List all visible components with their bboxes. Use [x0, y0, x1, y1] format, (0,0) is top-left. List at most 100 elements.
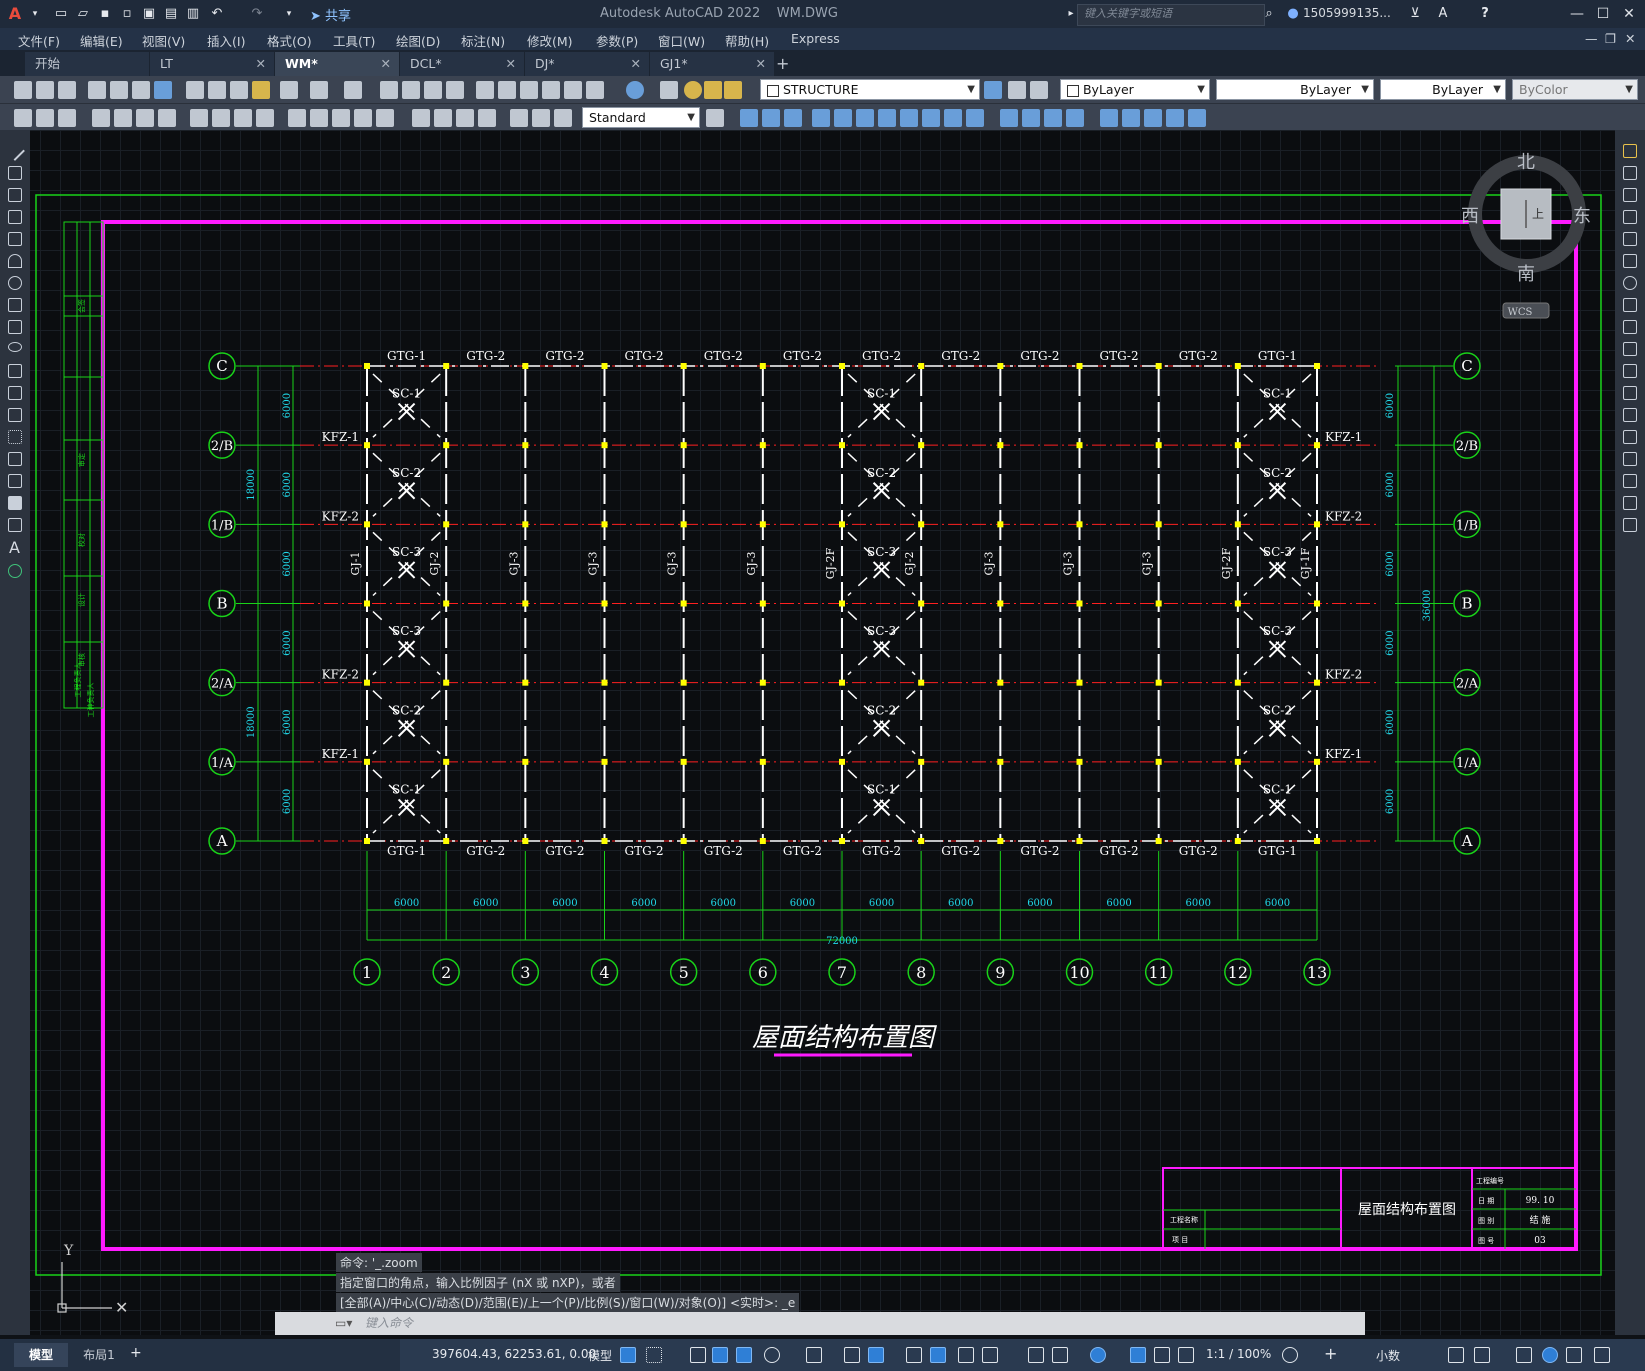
join-icon[interactable]: [1623, 430, 1637, 444]
mirror-icon[interactable]: [1623, 188, 1637, 202]
erase-icon[interactable]: [1623, 144, 1637, 158]
copy-object-icon[interactable]: [1623, 166, 1637, 180]
frame-label: GJ-2F: [824, 547, 837, 579]
brace-diagonal: [847, 610, 916, 676]
dynamic-ucs-icon[interactable]: [1028, 1347, 1044, 1363]
add-selected-icon[interactable]: [8, 564, 22, 578]
insert-block-icon[interactable]: [8, 386, 22, 400]
column-grid-label: 5: [679, 963, 689, 982]
grid-icon[interactable]: [620, 1347, 636, 1363]
auto-scale-icon[interactable]: [1154, 1347, 1170, 1363]
ellipse-icon[interactable]: [8, 342, 22, 352]
array-icon[interactable]: [1623, 232, 1637, 246]
isometric-drafting-icon[interactable]: [844, 1347, 860, 1363]
blend-curves-icon[interactable]: [1623, 496, 1637, 510]
make-block-icon[interactable]: [8, 408, 22, 422]
model-tab[interactable]: 模型: [14, 1343, 68, 1367]
brace-label: SC-1: [1263, 782, 1292, 796]
command-input[interactable]: ▭▾ 键入命令: [275, 1312, 1365, 1335]
break-icon[interactable]: [1623, 408, 1637, 422]
polyline-icon[interactable]: [8, 188, 22, 202]
isolate-objects-icon[interactable]: [1516, 1347, 1532, 1363]
brace-label: SC-1: [867, 387, 896, 401]
column-grid-label: 1: [362, 963, 372, 982]
workspace-gear-icon[interactable]: [1282, 1347, 1298, 1363]
column-marker: [918, 442, 925, 449]
signature-label: 会签: [77, 299, 86, 313]
command-placeholder: 键入命令: [365, 1316, 414, 1330]
column-marker: [1234, 521, 1241, 528]
quick-properties-icon[interactable]: [1448, 1347, 1464, 1363]
dimension-text: 6000: [473, 898, 498, 909]
column-marker: [364, 521, 370, 528]
gizmo-icon[interactable]: [1090, 1347, 1106, 1363]
title-block-grid: [1163, 1188, 1576, 1249]
stretch-icon[interactable]: [1623, 320, 1637, 334]
customization-icon[interactable]: [1594, 1347, 1610, 1363]
explode-icon[interactable]: [1623, 518, 1637, 532]
region-icon[interactable]: [8, 496, 22, 510]
arc-icon[interactable]: [8, 254, 22, 268]
point-icon[interactable]: [8, 430, 22, 444]
coordinates[interactable]: 397604.43, 62253.61, 0.00: [432, 1347, 596, 1361]
viewcube[interactable]: 上 北 南 西 东 WCS: [1461, 152, 1591, 319]
object-snap-icon[interactable]: [868, 1347, 884, 1363]
column-marker: [680, 521, 687, 528]
ellipse-arc-icon[interactable]: [8, 364, 22, 378]
column-marker: [443, 679, 450, 686]
ortho-icon[interactable]: [736, 1347, 752, 1363]
3d-osnap-icon[interactable]: [982, 1347, 998, 1363]
scale-icon[interactable]: [1623, 298, 1637, 312]
column-marker: [997, 442, 1004, 449]
model-space-button[interactable]: 模型: [588, 1347, 612, 1364]
draw-toolbar: A: [0, 130, 30, 1335]
hatch-icon[interactable]: [8, 452, 22, 466]
column-marker: [997, 758, 1004, 765]
circle-icon[interactable]: [8, 276, 22, 290]
infer-constraints-icon[interactable]: [690, 1347, 706, 1363]
rotate-icon[interactable]: [1623, 276, 1637, 290]
clean-screen-icon[interactable]: [1566, 1347, 1582, 1363]
brace-diagonal: [1243, 373, 1312, 438]
layout-tab[interactable]: 布局1: [70, 1343, 128, 1367]
annotation-visibility-icon[interactable]: [1130, 1347, 1146, 1363]
extend-icon[interactable]: [1623, 364, 1637, 378]
annotation-scale-value[interactable]: 1:1 / 100%: [1206, 1347, 1271, 1361]
annotation-monitor-icon[interactable]: +: [1324, 1344, 1337, 1363]
move-icon[interactable]: [1623, 254, 1637, 268]
selection-filter-icon[interactable]: [1052, 1347, 1068, 1363]
construction-line-icon[interactable]: [8, 166, 22, 180]
transparency-icon[interactable]: [930, 1347, 946, 1363]
command-recent-icon[interactable]: ▭▾: [335, 1312, 352, 1335]
hardware-acceleration-icon[interactable]: [1542, 1347, 1558, 1363]
dynamic-input-icon[interactable]: [712, 1347, 728, 1363]
selection-cycling-icon[interactable]: [958, 1347, 974, 1363]
table-icon[interactable]: [8, 518, 22, 532]
frame-label: GJ-2: [903, 552, 916, 576]
units-value[interactable]: 小数: [1376, 1347, 1400, 1364]
line-icon[interactable]: [5, 141, 25, 161]
column-marker: [680, 600, 687, 607]
lineweight-icon[interactable]: [906, 1347, 922, 1363]
lock-ui-icon[interactable]: [1474, 1347, 1490, 1363]
revision-cloud-icon[interactable]: [8, 298, 22, 312]
brace-diagonal: [1243, 690, 1312, 755]
roof-plan: SC-1 SC-2 SC-3 SC-3 SC-2 SC-1 SC-1 SC-2 SC-3 SC-3…: [208, 349, 1481, 986]
gradient-icon[interactable]: [8, 474, 22, 488]
trim-icon[interactable]: [1623, 342, 1637, 356]
column-marker: [1155, 600, 1162, 607]
column-marker: [1314, 679, 1320, 686]
annotation-scale-icon[interactable]: [1178, 1347, 1194, 1363]
polar-tracking-icon[interactable]: [764, 1347, 780, 1363]
multiline-text-icon[interactable]: A: [9, 538, 20, 557]
offset-icon[interactable]: [1623, 210, 1637, 224]
break-at-point-icon[interactable]: [1623, 386, 1637, 400]
spline-icon[interactable]: [8, 320, 22, 334]
polygon-icon[interactable]: [8, 210, 22, 224]
fillet-icon[interactable]: [1623, 474, 1637, 488]
rectangle-icon[interactable]: [8, 232, 22, 246]
object-snap-tracking-icon[interactable]: [806, 1347, 822, 1363]
snap-icon[interactable]: [646, 1347, 662, 1363]
add-layout-icon[interactable]: +: [130, 1345, 142, 1361]
chamfer-icon[interactable]: [1623, 452, 1637, 466]
